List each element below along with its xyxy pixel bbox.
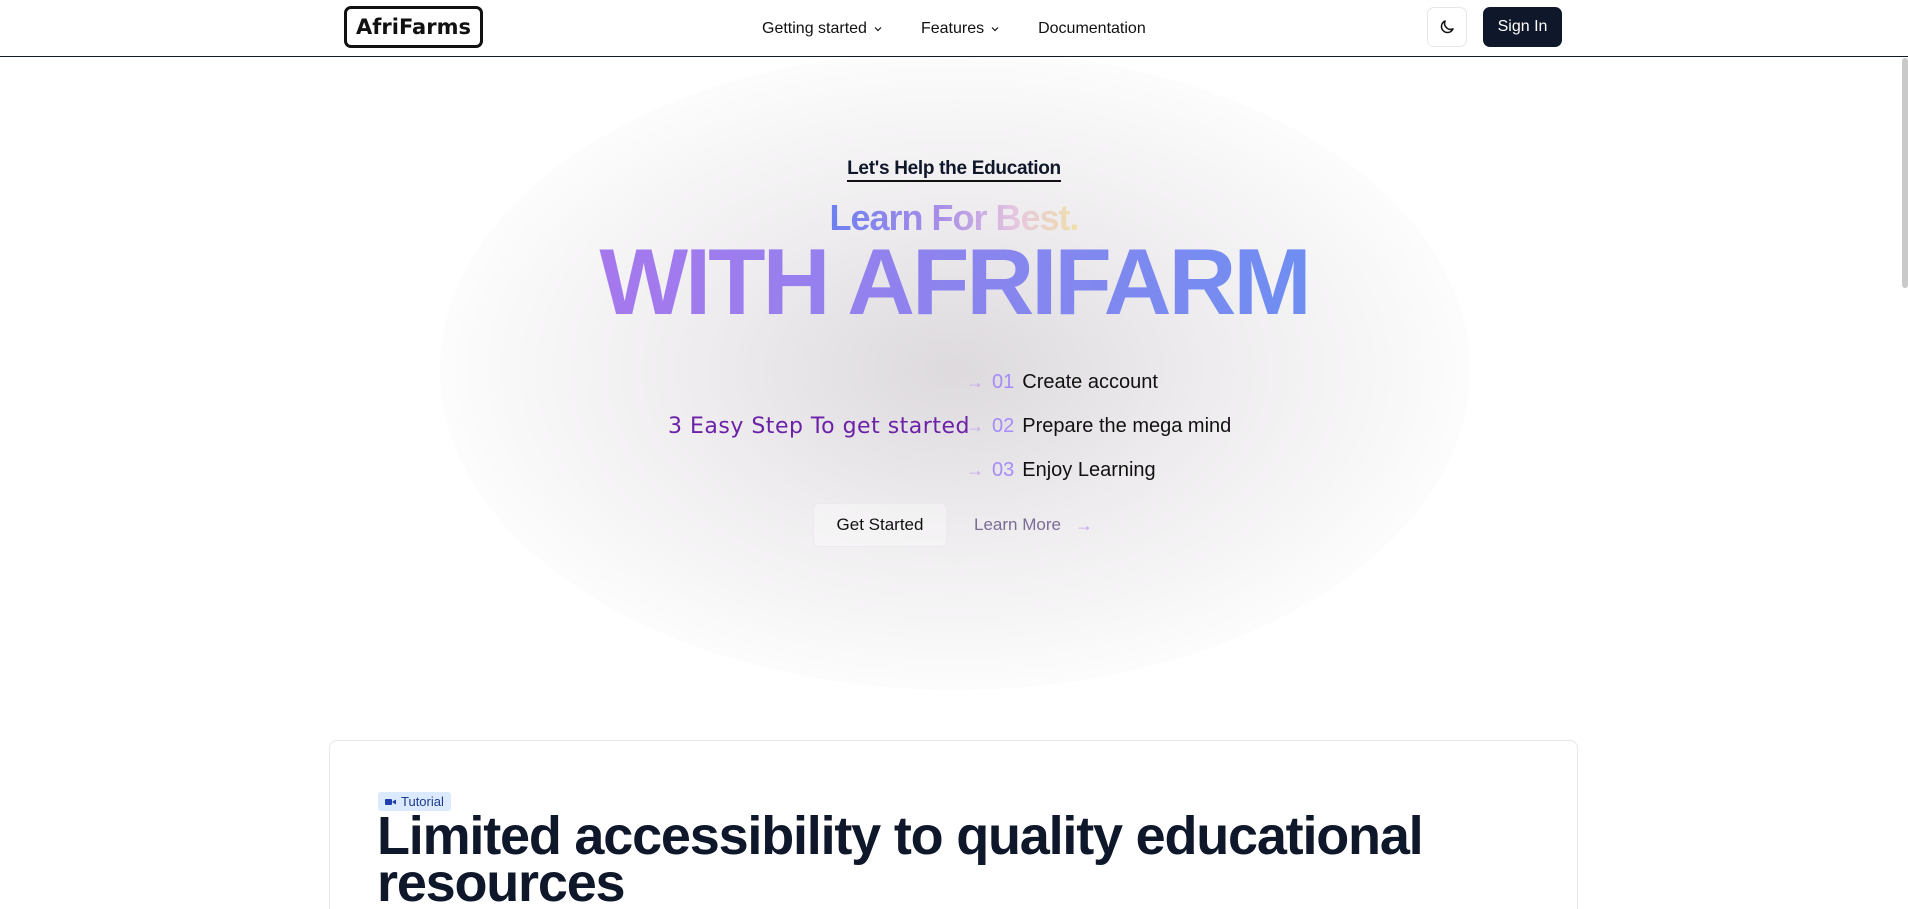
top-navbar: AfriFarms Getting started Features Docum… [0, 0, 1908, 57]
tutorial-card: Tutorial Limited accessibility to qualit… [329, 740, 1578, 909]
step-item: → 03 Enjoy Learning [966, 459, 1156, 482]
steps-label: 3 Easy Step To get started [668, 414, 970, 439]
hero-title: WITH AFRIFARM [0, 228, 1908, 336]
main-nav: Getting started Features Documentation [762, 0, 1158, 57]
hero-title-text: WITH AFRIFARM [599, 229, 1311, 334]
chevron-down-icon [991, 26, 999, 31]
arrow-right-icon: → [1074, 514, 1093, 535]
hero-eyebrow: Let's Help the Education [0, 158, 1908, 182]
logo[interactable]: AfriFarms [344, 6, 483, 48]
card-title: Limited accessibility to quality educati… [377, 806, 1424, 909]
hero-background-glow [440, 50, 1470, 690]
learn-more-label: Learn More [974, 515, 1061, 534]
nav-features-label: Features [920, 19, 985, 37]
step-text: Create account [1022, 371, 1158, 393]
step-number: 03 [992, 459, 1015, 481]
nav-documentation-label: Documentation [1038, 19, 1146, 37]
learn-more-button[interactable]: Learn More → [974, 503, 1093, 547]
video-icon [385, 798, 396, 805]
hero-eyebrow-text: Let's Help the Education [847, 158, 1061, 182]
nav-getting-started-label: Getting started [762, 19, 867, 37]
arrow-right-icon: → [966, 372, 984, 392]
chevron-down-icon [874, 26, 882, 31]
step-item: → 01 Create account [966, 371, 1158, 394]
step-number: 01 [992, 371, 1015, 393]
nav-getting-started[interactable]: Getting started [762, 0, 895, 57]
arrow-right-icon: → [966, 460, 984, 480]
get-started-button[interactable]: Get Started [813, 503, 947, 547]
arrow-right-icon: → [966, 416, 984, 436]
moon-icon [1440, 20, 1454, 34]
sign-in-button[interactable]: Sign In [1483, 7, 1562, 47]
theme-toggle-button[interactable] [1427, 7, 1467, 47]
nav-documentation[interactable]: Documentation [1012, 0, 1158, 57]
step-item: → 02 Prepare the mega mind [966, 415, 1231, 438]
step-number: 02 [992, 415, 1015, 437]
nav-features[interactable]: Features [895, 0, 1012, 57]
step-text: Enjoy Learning [1022, 459, 1156, 481]
step-text: Prepare the mega mind [1022, 415, 1232, 437]
